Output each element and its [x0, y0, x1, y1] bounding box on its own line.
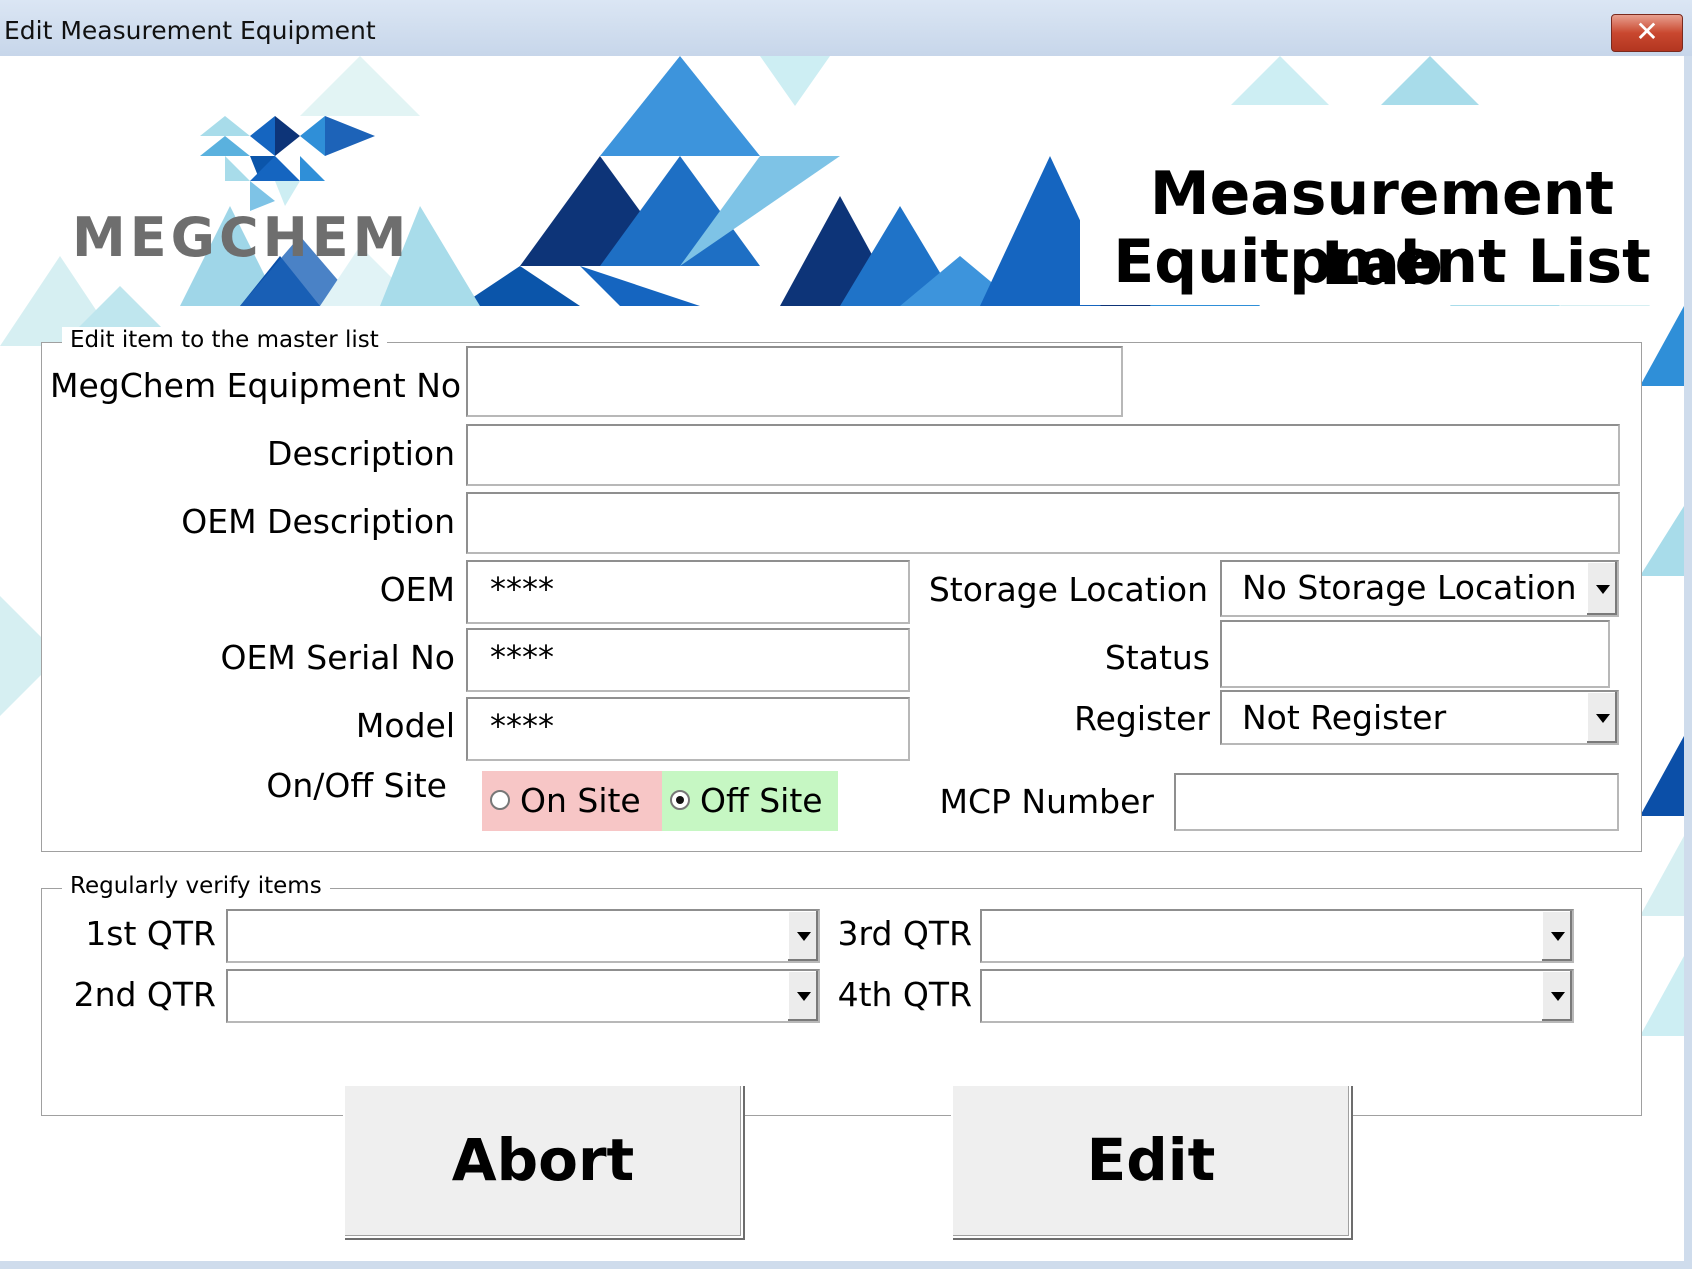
oem-serial-value: ****: [490, 638, 554, 676]
mcp-number-input[interactable]: [1174, 773, 1619, 831]
oem-label: OEM: [379, 570, 455, 609]
close-button[interactable]: ✕: [1611, 14, 1683, 52]
oem-description-label: OEM Description: [181, 502, 455, 541]
abort-button[interactable]: Abort: [343, 1084, 743, 1238]
header-title-panel: Measurement Lab Equitpment List: [1080, 105, 1684, 305]
storage-location-select[interactable]: No Storage Location: [1220, 560, 1619, 617]
q3-label: 3rd QTR: [837, 914, 972, 953]
on-site-radio-icon: [490, 790, 510, 810]
model-label: Model: [355, 706, 455, 745]
window-bottom-border: [0, 1261, 1692, 1269]
q3-select[interactable]: [980, 909, 1574, 963]
verify-frame-caption: Regularly verify items: [62, 873, 330, 899]
status-input[interactable]: [1220, 620, 1610, 688]
oem-serial-label: OEM Serial No: [220, 638, 455, 677]
edit-measurement-equipment-window: Edit Measurement Equipment ✕ MEGCHEM Mea…: [0, 0, 1692, 1269]
storage-location-value: No Storage Location: [1242, 568, 1577, 607]
oem-description-input[interactable]: [466, 492, 1620, 554]
equipment-no-input[interactable]: [466, 346, 1123, 417]
q1-select[interactable]: [226, 909, 820, 963]
on-site-radio[interactable]: On Site: [482, 771, 662, 831]
q2-label: 2nd QTR: [73, 975, 216, 1014]
q3-dropdown-icon[interactable]: [1540, 911, 1572, 961]
q4-dropdown-icon[interactable]: [1540, 971, 1572, 1021]
brand-wordmark: MEGCHEM: [72, 206, 411, 269]
description-label: Description: [267, 434, 455, 473]
oem-value: ****: [490, 570, 554, 608]
q2-select[interactable]: [226, 969, 820, 1023]
register-label: Register: [1074, 699, 1210, 738]
abort-button-label: Abort: [451, 1126, 635, 1194]
q4-label: 4th QTR: [837, 975, 972, 1014]
q2-dropdown-icon[interactable]: [786, 971, 818, 1021]
title-bar[interactable]: Edit Measurement Equipment ✕: [0, 0, 1692, 56]
equipment-no-label: MegChem Equipment No: [50, 366, 462, 405]
description-input[interactable]: [466, 424, 1620, 486]
page-title-line2: Equitpment List: [1113, 227, 1651, 297]
model-value: ****: [490, 707, 554, 745]
window-title: Edit Measurement Equipment: [4, 16, 376, 45]
q1-dropdown-icon[interactable]: [786, 911, 818, 961]
mcp-number-label: MCP Number: [939, 782, 1154, 821]
close-icon: ✕: [1635, 15, 1659, 48]
oem-serial-input[interactable]: ****: [466, 628, 910, 692]
site-label: On/Off Site: [266, 766, 447, 805]
oem-input[interactable]: ****: [466, 560, 910, 624]
off-site-radio-icon: [670, 790, 690, 810]
register-select[interactable]: Not Register: [1220, 690, 1619, 745]
storage-location-label: Storage Location: [928, 570, 1208, 609]
form-client-area: MEGCHEM Measurement Lab Equitpment List …: [0, 56, 1684, 1261]
status-label: Status: [1104, 638, 1210, 677]
q4-select[interactable]: [980, 969, 1574, 1023]
register-dropdown-icon[interactable]: [1585, 692, 1617, 743]
off-site-radio[interactable]: Off Site: [662, 771, 838, 831]
on-site-label: On Site: [520, 781, 641, 820]
register-value: Not Register: [1242, 698, 1447, 737]
model-input[interactable]: ****: [466, 697, 910, 761]
storage-location-dropdown-icon[interactable]: [1585, 562, 1617, 615]
off-site-label: Off Site: [700, 781, 823, 820]
q1-label: 1st QTR: [85, 914, 216, 953]
master-frame-caption: Edit item to the master list: [62, 327, 387, 353]
edit-button[interactable]: Edit: [951, 1084, 1351, 1238]
edit-button-label: Edit: [1086, 1126, 1216, 1194]
